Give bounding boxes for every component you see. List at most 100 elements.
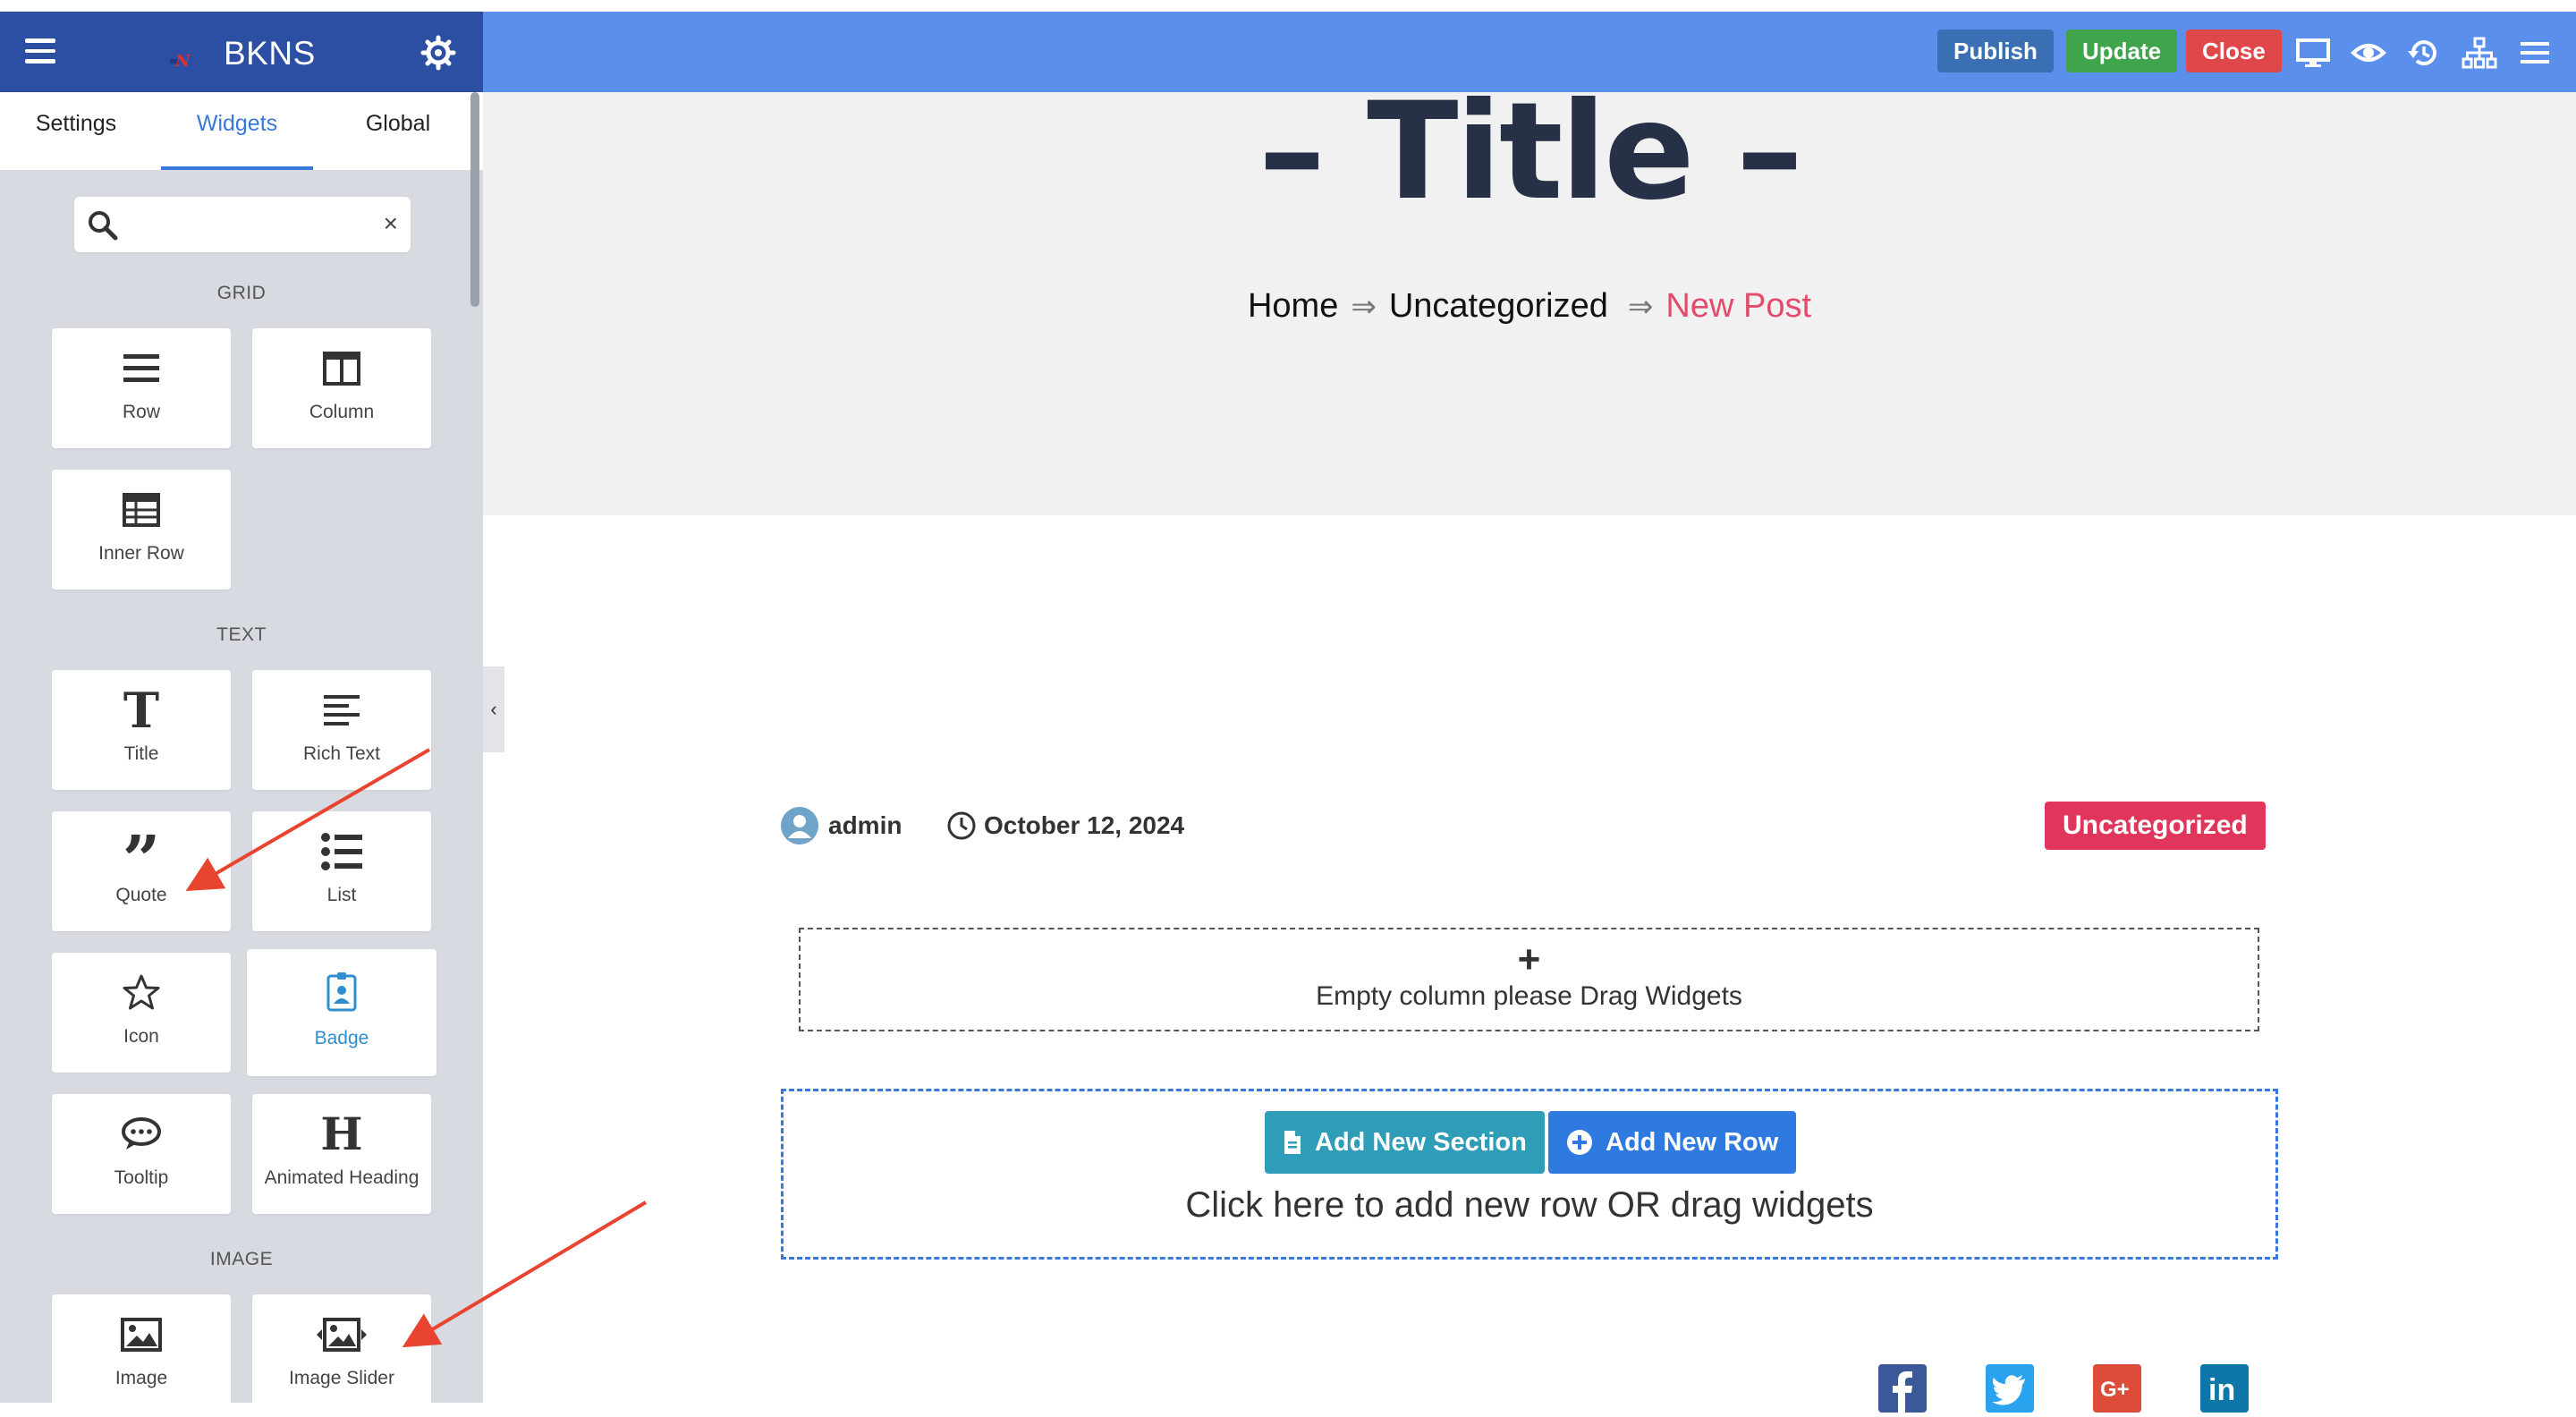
widget-label: Column [309, 402, 375, 422]
widget-search-box: × [74, 197, 411, 252]
widget-quote[interactable]: ” Quote [52, 811, 231, 931]
plus-icon[interactable]: + [801, 940, 2258, 980]
section-title-image: IMAGE [209, 1249, 274, 1269]
section-title-grid: GRID [216, 283, 267, 303]
page-title[interactable]: – Title – [483, 74, 2576, 230]
widget-rich-text[interactable]: Rich Text [252, 670, 431, 790]
brand-logo-mark: N [170, 48, 220, 72]
widget-label: Rich Text [303, 743, 380, 764]
section-title-text: TEXT [216, 624, 267, 645]
post-author: admin [780, 805, 902, 846]
empty-column-text: Empty column please Drag Widgets [1316, 981, 1742, 1011]
tooltip-icon [122, 1117, 161, 1150]
post-date: October 12, 2024 [946, 805, 1184, 846]
add-row-dropzone[interactable]: Add New Section Add New Row Click here t… [781, 1089, 2278, 1260]
sidebar-collapse-button[interactable]: ‹ [483, 666, 504, 752]
brand-name: BKNS [224, 35, 316, 72]
date-text: October 12, 2024 [984, 811, 1185, 839]
breadcrumb-home[interactable]: Home [1248, 287, 1338, 325]
facebook-icon[interactable] [1878, 1364, 1927, 1413]
plus-circle-icon [1567, 1130, 1592, 1155]
sitemap-icon[interactable] [2462, 35, 2497, 71]
breadcrumb: Home ⇒ Uncategorized ⇒ New Post [483, 287, 2576, 326]
widget-search-input[interactable] [130, 206, 357, 243]
widget-label: Row [122, 402, 160, 422]
publish-button[interactable]: Publish [1937, 30, 2054, 72]
breadcrumb-category[interactable]: Uncategorized [1389, 287, 1608, 325]
add-new-section-button[interactable]: Add New Section [1265, 1111, 1545, 1174]
widget-label: Inner Row [98, 543, 184, 564]
google-plus-icon[interactable]: G+ [2093, 1364, 2141, 1413]
twitter-icon[interactable] [1986, 1364, 2034, 1413]
svg-text:in: in [2208, 1373, 2235, 1407]
menu-icon[interactable] [2517, 35, 2553, 71]
widget-label: Tooltip [114, 1167, 169, 1188]
sidebar-tabs: Settings Widgets Global [0, 92, 483, 170]
widget-label: Icon [123, 1026, 159, 1047]
widgets-sidebar: N BKNS Settings Widgets Global × GRID Ro… [0, 12, 483, 1403]
file-icon [1284, 1131, 1301, 1154]
empty-column-dropzone[interactable]: + Empty column please Drag Widgets [799, 928, 2259, 1031]
eye-icon[interactable] [2351, 35, 2386, 71]
add-new-row-label: Add New Row [1606, 1128, 1779, 1157]
author-name[interactable]: admin [828, 811, 902, 840]
widget-image-slider[interactable]: Image Slider [252, 1294, 431, 1403]
page-hero: – Title – Home ⇒ Uncategorized ⇒ New Post [483, 74, 2576, 515]
update-button[interactable]: Update [2066, 30, 2178, 72]
widget-inner-row[interactable]: Inner Row [52, 470, 231, 590]
image-slider-icon [317, 1318, 367, 1352]
breadcrumb-separator: ⇒ [1627, 290, 1654, 324]
widget-label: Badge [314, 1028, 369, 1048]
widget-animated-heading[interactable]: H Animated Heading [252, 1094, 431, 1214]
user-avatar-icon [781, 807, 818, 844]
badge-icon [326, 972, 357, 1012]
linkedin-icon[interactable]: in [2200, 1364, 2249, 1413]
widget-label: Image [114, 1368, 168, 1388]
widget-label: Image Slider [289, 1368, 394, 1388]
tab-widgets[interactable]: Widgets [161, 92, 313, 170]
add-zone-hint: Click here to add new row OR drag widget… [1185, 1185, 1874, 1225]
add-new-row-button[interactable]: Add New Row [1548, 1111, 1797, 1174]
inner-row-icon [123, 493, 160, 527]
widget-title[interactable]: T Title [52, 670, 231, 790]
image-icon [121, 1318, 162, 1352]
widget-icon[interactable]: Icon [52, 953, 231, 1073]
star-icon [123, 974, 160, 1010]
list-icon [321, 833, 362, 870]
widget-label: Animated Heading [264, 1167, 419, 1188]
widget-badge[interactable]: Badge [247, 949, 436, 1076]
gear-icon[interactable] [420, 35, 456, 71]
top-strip [0, 0, 2576, 12]
row-icon [123, 354, 159, 382]
widget-label: Quote [115, 885, 167, 905]
column-icon [323, 352, 360, 386]
history-icon[interactable] [2406, 35, 2442, 71]
svg-text:G+: G+ [2100, 1378, 2130, 1402]
breadcrumb-separator: ⇒ [1351, 290, 1377, 324]
close-button[interactable]: Close [2186, 30, 2282, 72]
title-icon: T [123, 682, 160, 739]
sidebar-header: N BKNS [0, 12, 483, 92]
sidebar-menu-icon[interactable] [25, 38, 55, 65]
category-badge[interactable]: Uncategorized [2045, 802, 2266, 850]
desktop-icon[interactable] [2295, 35, 2331, 71]
widget-list[interactable]: List [252, 811, 431, 931]
breadcrumb-current: New Post [1665, 287, 1812, 325]
brand-logo: N BKNS [170, 31, 316, 76]
widget-label: Title [123, 743, 159, 764]
widget-image[interactable]: Image [52, 1294, 231, 1403]
widget-tooltip[interactable]: Tooltip [52, 1094, 231, 1214]
tab-global[interactable]: Global [322, 92, 474, 170]
animated-heading-icon: H [320, 1107, 363, 1160]
quote-icon: ” [123, 834, 161, 870]
clear-search-icon[interactable]: × [384, 208, 398, 240]
widget-label: List [326, 885, 357, 905]
clock-icon [947, 811, 976, 840]
sidebar-scrollbar[interactable] [470, 92, 479, 307]
rich-text-icon [324, 695, 360, 725]
tab-settings[interactable]: Settings [0, 92, 152, 170]
search-icon [89, 211, 118, 241]
add-new-section-label: Add New Section [1315, 1128, 1527, 1157]
widget-row[interactable]: Row [52, 328, 231, 448]
widget-column[interactable]: Column [252, 328, 431, 448]
